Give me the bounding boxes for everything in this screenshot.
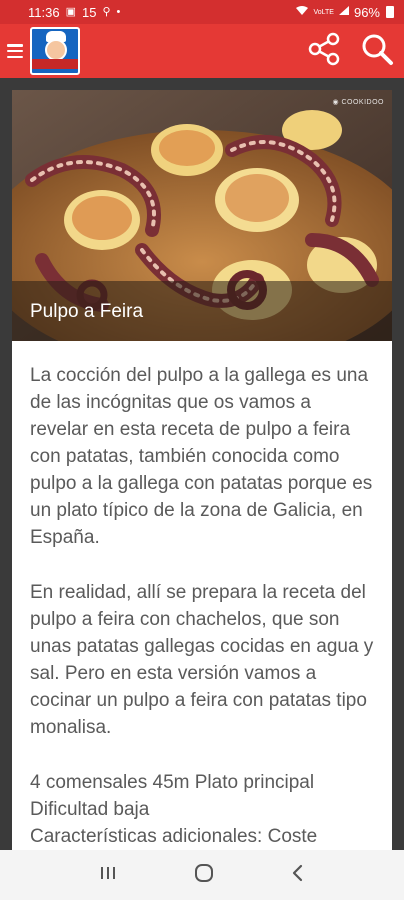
back-icon [293, 864, 303, 881]
recipe-meta-features: Características adicionales: Coste [30, 825, 318, 847]
recents-icon [100, 866, 115, 879]
status-time: 11:36 [28, 4, 60, 20]
recents-button[interactable] [98, 864, 118, 887]
dot-icon: • [116, 5, 121, 18]
battery-percent: 96% [353, 4, 380, 20]
home-button[interactable] [193, 862, 215, 889]
hamburger-menu-icon [7, 44, 23, 58]
wifi-icon [295, 5, 309, 19]
search-button[interactable] [360, 32, 394, 71]
search-icon [362, 34, 393, 65]
content-area[interactable]: ◉ COOKIDOO Pulpo a Feira La cocción del … [0, 78, 404, 850]
gallery-notification-icon: ▣ [65, 5, 76, 18]
battery-icon [386, 6, 394, 18]
recipe-description: La cocción del pulpo a la gallega es una… [12, 341, 392, 850]
recipe-meta: 4 comensales 45m Plato principal Dificul… [30, 770, 374, 850]
recipe-meta-servings-time: 4 comensales 45m Plato principal [30, 771, 315, 793]
recipe-hero-image: ◉ COOKIDOO Pulpo a Feira [12, 90, 392, 341]
system-nav-bar [0, 850, 404, 900]
recipe-title: Pulpo a Feira [30, 301, 144, 322]
broom-notification-icon: ⚲ [102, 5, 111, 18]
back-button[interactable] [290, 863, 306, 888]
chef-logo-icon[interactable] [30, 27, 80, 75]
image-watermark: ◉ COOKIDOO [332, 99, 384, 106]
notification-count: 15 [81, 4, 97, 20]
status-bar: 11:36 ▣ 15 ⚲ • VoLTE 96% [0, 0, 404, 24]
menu-button[interactable] [0, 24, 30, 78]
home-icon [194, 863, 213, 882]
recipe-paragraph-1: La cocción del pulpo a la gallega es una… [30, 365, 373, 548]
share-icon [308, 32, 340, 65]
recipe-paragraph-2: En realidad, allí se prepara la receta d… [30, 581, 374, 738]
app-bar [0, 24, 404, 78]
signal-icon [338, 5, 350, 19]
recipe-meta-difficulty: Dificultad baja [30, 798, 150, 820]
vol-lte-icon: VoLTE [313, 8, 334, 16]
share-button[interactable] [306, 31, 342, 72]
recipe-card: ◉ COOKIDOO Pulpo a Feira La cocción del … [12, 90, 392, 850]
